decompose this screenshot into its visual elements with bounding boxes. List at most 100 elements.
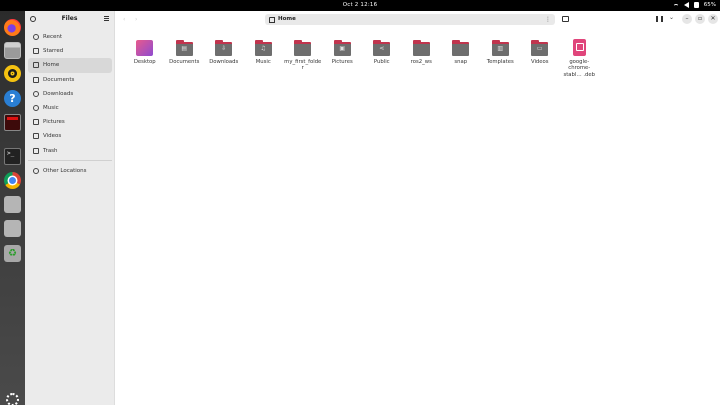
volume-icon (683, 1, 689, 8)
divider (28, 159, 112, 161)
sidebar-item-label: Starred (43, 48, 64, 55)
drive-icon[interactable] (4, 196, 21, 213)
video-icon (33, 133, 39, 140)
battery-percent: 65% (703, 1, 716, 8)
chevron-down-icon[interactable]: ⌄ (669, 14, 674, 21)
show-apps-icon[interactable] (6, 393, 19, 405)
sidebar-item-music[interactable]: Music (28, 101, 112, 115)
sidebar-item-downloads[interactable]: Downloads (28, 87, 112, 101)
file-item-public[interactable]: ⋖ Public (362, 38, 402, 78)
path-menu-icon[interactable]: ⋮ (545, 16, 551, 23)
folder-icon: ♫ (254, 40, 272, 56)
top-bar: Oct 2 12:16 65% (0, 0, 720, 11)
file-label: Downloads (209, 59, 239, 65)
back-icon[interactable]: ‹ (123, 16, 125, 23)
file-label: Pictures (331, 59, 353, 65)
desktop-screen: Oct 2 12:16 65% ? >_ ♻ Files Recent Star… (0, 0, 720, 405)
sidebar-item-documents[interactable]: Documents (28, 73, 112, 87)
path-label: Home (278, 16, 296, 22)
close-button[interactable]: ✕ (708, 14, 718, 24)
sidebar-item-label: Pictures (43, 119, 65, 126)
clock[interactable]: Oct 2 12:16 (0, 2, 720, 8)
sidebar-item-label: Trash (43, 147, 58, 154)
home-icon (33, 62, 39, 69)
file-label: google-chrome-stabl… .deb (563, 59, 596, 78)
files-window: Files Recent Starred Home Documents Down… (25, 11, 720, 405)
minimize-button[interactable]: – (682, 14, 692, 24)
file-item-desktop[interactable]: Desktop (125, 38, 165, 78)
file-item-snap[interactable]: snap (441, 38, 481, 78)
desktop-folder-icon (136, 40, 154, 56)
places-list: Recent Starred Home Documents Downloads (28, 30, 112, 178)
star-icon (33, 48, 39, 55)
file-label: Documents (169, 59, 200, 65)
chrome-icon[interactable] (4, 172, 21, 189)
sidebar: Files Recent Starred Home Documents Down… (25, 11, 115, 405)
sidebar-item-starred[interactable]: Starred (28, 44, 112, 58)
file-item-ros2-ws[interactable]: ros2_ws (402, 38, 442, 78)
picture-icon (33, 119, 39, 126)
folder-icon: ▣ (333, 40, 351, 56)
folder-icon (294, 40, 312, 56)
file-item-documents[interactable]: ▤ Documents (165, 38, 205, 78)
battery-icon (693, 1, 699, 8)
folder-icon: ▥ (491, 40, 509, 56)
drive-icon[interactable] (4, 220, 21, 237)
header-bar: ‹ › Home ⋮ ⌄ – ▫ ✕ (115, 11, 720, 28)
menu-icon[interactable] (104, 16, 109, 21)
help-icon[interactable]: ? (4, 90, 21, 107)
app-title: Files (61, 15, 78, 22)
sidebar-item-label: Videos (43, 133, 62, 140)
app-window-icon[interactable] (4, 114, 21, 131)
folder-icon: ⇩ (215, 40, 233, 56)
system-tray[interactable]: 65% (672, 1, 716, 8)
folder-icon: ▤ (175, 40, 193, 56)
wifi-icon (672, 3, 679, 8)
sidebar-item-label: Home (43, 62, 60, 69)
file-label: Videos (530, 59, 549, 65)
sidebar-item-label: Music (43, 105, 59, 112)
sidebar-item-videos[interactable]: Videos (28, 129, 112, 143)
sidebar-item-recent[interactable]: Recent (28, 30, 112, 44)
dock: ? >_ ♻ (0, 11, 25, 405)
rhythmbox-icon[interactable] (4, 65, 21, 82)
document-icon (33, 76, 39, 83)
firefox-icon[interactable] (4, 19, 21, 36)
sidebar-item-label: Documents (43, 76, 75, 83)
folder-icon: ⋖ (373, 40, 391, 56)
view-toggle-icon[interactable] (656, 16, 663, 22)
trash-icon[interactable]: ♻ (4, 245, 21, 262)
file-item-downloads[interactable]: ⇩ Downloads (204, 38, 244, 78)
new-folder-icon[interactable] (562, 16, 569, 22)
folder-icon (412, 40, 430, 56)
file-item-music[interactable]: ♫ Music (244, 38, 284, 78)
sidebar-header: Files (25, 11, 114, 28)
files-app-icon[interactable] (4, 42, 21, 59)
file-item-templates[interactable]: ▥ Templates (481, 38, 521, 78)
path-bar[interactable]: Home ⋮ (265, 14, 555, 25)
trash-icon (33, 147, 39, 154)
file-view: Desktop ▤ Documents ⇩ Downloads ♫ Music … (115, 28, 720, 405)
sidebar-item-label: Other Locations (43, 167, 87, 174)
folder-icon: ▭ (531, 40, 549, 56)
package-icon (572, 39, 586, 56)
file-label: ros2_ws (410, 59, 432, 65)
download-icon (33, 90, 39, 97)
maximize-button[interactable]: ▫ (695, 14, 705, 24)
forward-icon[interactable]: › (135, 16, 137, 23)
sidebar-item-label: Downloads (43, 90, 74, 97)
file-item-pictures[interactable]: ▣ Pictures (323, 38, 363, 78)
sidebar-item-pictures[interactable]: Pictures (28, 115, 112, 129)
file-label: Desktop (133, 59, 156, 65)
sidebar-item-other-locations[interactable]: Other Locations (28, 164, 112, 178)
terminal-icon[interactable]: >_ (4, 148, 21, 165)
folder-icon (452, 40, 470, 56)
file-label: snap (454, 59, 468, 65)
home-icon (269, 16, 275, 23)
sidebar-item-home[interactable]: Home (28, 58, 112, 73)
sidebar-item-trash[interactable]: Trash (28, 144, 112, 158)
file-label: Public (373, 59, 390, 65)
file-item-videos[interactable]: ▭ Videos (520, 38, 560, 78)
file-item-chrome-deb[interactable]: google-chrome-stabl… .deb (560, 38, 600, 78)
file-item-my-first-folder[interactable]: my_first_folder (283, 38, 323, 78)
